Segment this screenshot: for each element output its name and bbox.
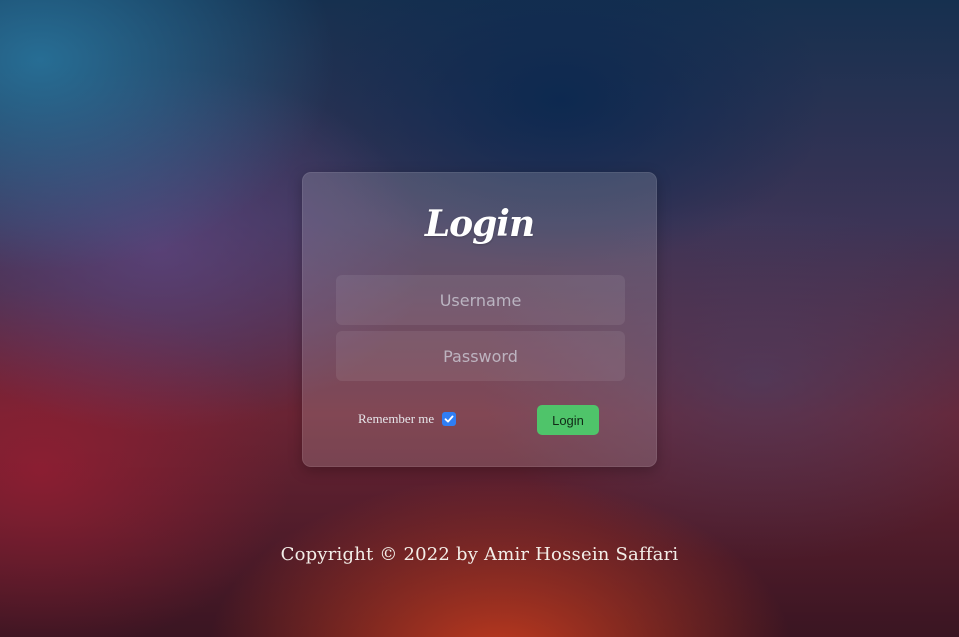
- copyright-text: Copyright © 2022 by Amir Hossein Saffari: [280, 544, 679, 565]
- remember-me-checkbox[interactable]: [442, 412, 457, 426]
- login-card: Login Remember me Login: [302, 172, 657, 467]
- checkmark-icon: [444, 415, 454, 423]
- login-title: Login: [424, 203, 535, 245]
- password-input[interactable]: [336, 331, 625, 381]
- remember-me-group: Remember me: [358, 411, 457, 427]
- remember-me-label: Remember me: [358, 411, 435, 426]
- login-button[interactable]: Login: [537, 405, 599, 435]
- username-input[interactable]: [336, 275, 625, 325]
